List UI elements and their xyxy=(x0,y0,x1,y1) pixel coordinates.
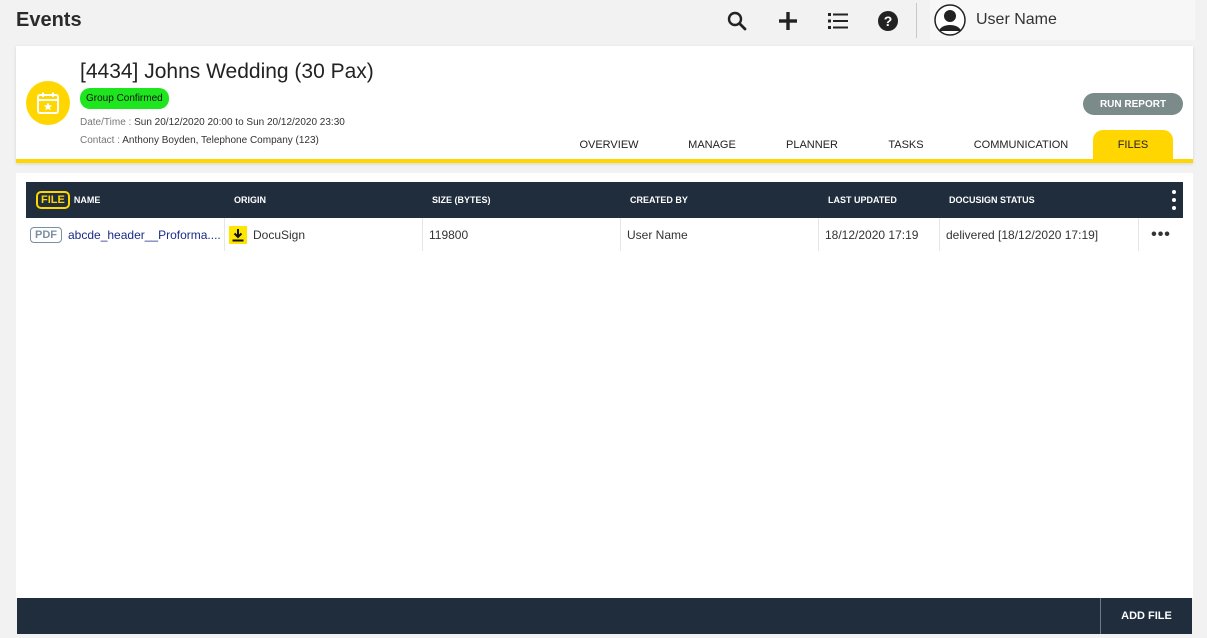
tab-manage[interactable]: MANAGE xyxy=(678,130,746,159)
cell-last-updated: 18/12/2020 17:19 xyxy=(819,218,940,251)
tab-planner[interactable]: PLANNER xyxy=(778,130,846,159)
event-tabs: OVERVIEW MANAGE PLANNER TASKS COMMUNICAT… xyxy=(16,130,1193,159)
column-last-updated-header[interactable]: LAST UPDATED xyxy=(828,182,897,218)
tab-tasks[interactable]: TASKS xyxy=(878,130,934,159)
list-icon[interactable] xyxy=(825,8,851,34)
cell-actions: ••• xyxy=(1139,218,1183,251)
app-title: Events xyxy=(16,9,82,31)
cell-origin: DocuSign xyxy=(225,218,423,251)
datetime-value: Sun 20/12/2020 20:00 to Sun 20/12/2020 2… xyxy=(134,117,345,128)
download-icon[interactable] xyxy=(229,225,247,244)
add-file-button[interactable]: ADD FILE xyxy=(1101,598,1192,634)
run-report-button[interactable]: RUN REPORT xyxy=(1083,93,1183,115)
file-name-link[interactable]: abcde_header__Proforma.... xyxy=(68,228,221,242)
top-bar: Events ? User Name xyxy=(0,0,1207,42)
help-icon[interactable]: ? xyxy=(875,8,901,34)
column-size-header[interactable]: SIZE (BYTES) xyxy=(432,182,491,218)
files-footer: ADD FILE xyxy=(17,598,1192,634)
more-options-icon[interactable]: ••• xyxy=(1151,226,1171,244)
files-panel: FILE NAME ORIGIN SIZE (BYTES) CREATED BY… xyxy=(16,173,1193,598)
event-title: [4434] Johns Wedding (30 Pax) xyxy=(80,60,374,83)
svg-text:?: ? xyxy=(884,13,893,29)
cell-created-by: User Name xyxy=(621,218,819,251)
calendar-star-icon xyxy=(26,81,70,125)
event-datetime: Date/Time : Sun 20/12/2020 20:00 to Sun … xyxy=(80,117,345,128)
column-origin-header[interactable]: ORIGIN xyxy=(234,182,266,218)
column-created-by-header[interactable]: CREATED BY xyxy=(630,182,688,218)
datetime-label: Date/Time : xyxy=(80,117,132,128)
cell-docusign-status: delivered [18/12/2020 17:19] xyxy=(940,218,1139,251)
column-label: NAME xyxy=(73,195,101,205)
table-row[interactable]: PDF abcde_header__Proforma.... DocuSign … xyxy=(26,218,1183,251)
files-table-header: FILE NAME ORIGIN SIZE (BYTES) CREATED BY… xyxy=(26,182,1183,218)
search-icon[interactable] xyxy=(724,8,750,34)
column-docusign-status-header[interactable]: DOCUSIGN STATUS xyxy=(949,182,1035,218)
cell-name: PDF abcde_header__Proforma.... xyxy=(26,218,225,251)
event-header-card: [4434] Johns Wedding (30 Pax) Group Conf… xyxy=(16,46,1193,163)
status-badge: Group Confirmed xyxy=(80,88,169,109)
user-menu[interactable]: User Name xyxy=(930,0,1195,40)
topbar-divider xyxy=(916,3,917,38)
user-name: User Name xyxy=(976,11,1057,28)
column-name-header[interactable]: FILE NAME xyxy=(36,182,100,218)
cell-size: 119800 xyxy=(423,218,621,251)
file-type-badge: FILE xyxy=(36,191,70,209)
pdf-badge: PDF xyxy=(30,226,62,243)
tab-files[interactable]: FILES xyxy=(1093,130,1173,159)
column-options-icon[interactable] xyxy=(1169,189,1179,211)
tab-overview[interactable]: OVERVIEW xyxy=(569,130,649,159)
origin-value: DocuSign xyxy=(253,227,306,242)
avatar-icon xyxy=(934,4,966,36)
tab-communication[interactable]: COMMUNICATION xyxy=(971,130,1071,159)
plus-icon[interactable] xyxy=(775,8,801,34)
